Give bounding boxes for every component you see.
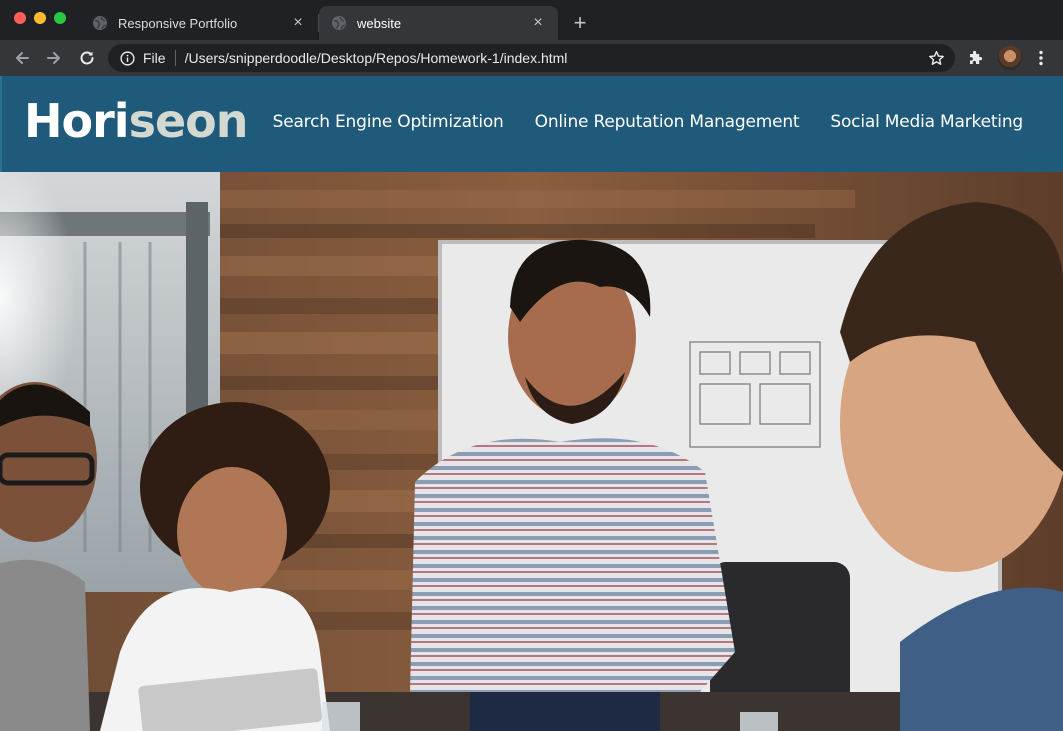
tab-strip: Responsive Portfolio × website × +	[0, 0, 1063, 40]
zoom-window-button[interactable]	[54, 12, 66, 24]
globe-icon	[332, 16, 346, 30]
logo-primary-text: Hori	[24, 94, 130, 148]
profile-avatar[interactable]	[998, 46, 1022, 70]
star-icon[interactable]	[927, 49, 945, 67]
puzzle-extension-icon[interactable]	[966, 48, 986, 68]
address-divider	[174, 50, 176, 66]
browser-toolbar: File /Users/snipperdoodle/Desktop/Repos/…	[0, 40, 1063, 76]
new-tab-button[interactable]: +	[568, 11, 592, 35]
reload-icon[interactable]	[75, 46, 99, 70]
nav-link-seo[interactable]: Search Engine Optimization	[273, 112, 504, 132]
logo-secondary-text: seon	[128, 94, 249, 148]
kebab-menu-icon[interactable]	[1031, 46, 1051, 70]
url-text[interactable]: /Users/snipperdoodle/Desktop/Repos/Homew…	[185, 50, 927, 66]
tab-title: website	[357, 15, 402, 31]
nav-link-social[interactable]: Social Media Marketing	[830, 112, 1023, 132]
nav-link-reputation[interactable]: Online Reputation Management	[535, 112, 800, 132]
back-arrow-icon[interactable]	[10, 46, 34, 70]
minimize-window-button[interactable]	[34, 12, 46, 24]
hero-image	[0, 172, 1063, 731]
address-bar[interactable]: File /Users/snipperdoodle/Desktop/Repos/…	[108, 44, 955, 72]
close-tab-icon[interactable]: ×	[290, 15, 306, 31]
forward-arrow-icon[interactable]	[42, 46, 66, 70]
info-icon[interactable]	[119, 50, 135, 66]
tab-responsive-portfolio[interactable]: Responsive Portfolio ×	[80, 6, 318, 40]
tab-title: Responsive Portfolio	[118, 15, 238, 31]
globe-icon	[93, 16, 107, 30]
web-page: Horiseon Search Engine Optimization Onli…	[0, 76, 1063, 731]
scheme-label: File	[143, 50, 166, 66]
close-window-button[interactable]	[14, 12, 26, 24]
site-header: Horiseon Search Engine Optimization Onli…	[0, 76, 1063, 172]
site-logo[interactable]: Horiseon	[24, 98, 248, 144]
site-nav: Search Engine Optimization Online Reputa…	[273, 112, 1024, 132]
close-tab-icon[interactable]: ×	[530, 15, 546, 31]
tab-website[interactable]: website ×	[319, 6, 558, 40]
